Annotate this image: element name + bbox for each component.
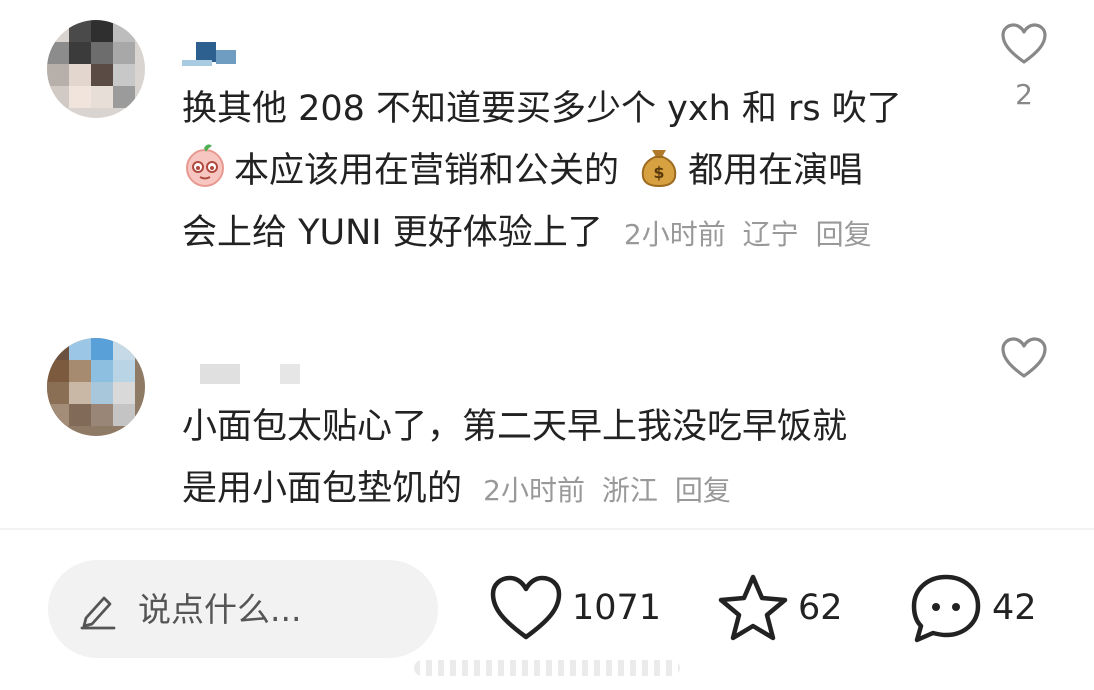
username-redacted[interactable] bbox=[182, 358, 382, 392]
comment-line-segment: 本应该用在营销和公关的 bbox=[234, 151, 620, 191]
comment-line: 小面包太贴心了，第二天早上我没吃早饭就 bbox=[182, 407, 848, 447]
reply-button[interactable]: 回复 bbox=[675, 474, 731, 507]
pencil-icon bbox=[80, 596, 116, 630]
comment-body: 换其他 208 不知道要买多少个 yxh 和 rs 吹了 本应该用在营销和公关的… bbox=[182, 78, 942, 264]
comment-line-segment: 会上给 YUNI 更好体验上了 bbox=[182, 213, 603, 253]
comment-body: 小面包太贴心了，第二天早上我没吃早饭就 是用小面包垫饥的 2小时前 浙江 回复 bbox=[182, 396, 942, 520]
comment-button[interactable]: 42 bbox=[908, 568, 1037, 648]
comment-input[interactable]: 说点什么... bbox=[48, 560, 438, 658]
comment-like[interactable]: 2 bbox=[994, 22, 1054, 111]
reply-button[interactable]: 回复 bbox=[816, 218, 872, 251]
chat-bubble-icon bbox=[911, 574, 981, 643]
comment-item: 小面包太贴心了，第二天早上我没吃早饭就 是用小面包垫饥的 2小时前 浙江 回复 bbox=[0, 320, 1094, 525]
comment-line-with-emojis: 本应该用在营销和公关的 $ 都用在演唱 bbox=[182, 140, 942, 202]
comment-location: 浙江 bbox=[601, 474, 658, 507]
comment-line: 是用小面包垫饥的 2小时前 浙江 回复 bbox=[182, 458, 942, 520]
comment-input-placeholder: 说点什么... bbox=[138, 590, 302, 629]
svg-text:$: $ bbox=[654, 163, 665, 182]
username-redacted[interactable] bbox=[182, 36, 382, 70]
heart-outline-icon[interactable] bbox=[1000, 336, 1048, 380]
comment-time: 2小时前 bbox=[623, 218, 726, 251]
home-indicator bbox=[414, 660, 680, 676]
money-bag-emoji: $ bbox=[641, 150, 677, 188]
like-count: 1071 bbox=[572, 588, 662, 628]
favorite-button[interactable]: 62 bbox=[716, 568, 843, 648]
comment-like-count: 2 bbox=[1015, 78, 1033, 111]
comment-location: 辽宁 bbox=[742, 218, 799, 251]
comment-item: 换其他 208 不知道要买多少个 yxh 和 rs 吹了 本应该用在营销和公关的… bbox=[0, 0, 1094, 300]
comment-page: 换其他 208 不知道要买多少个 yxh 和 rs 吹了 本应该用在营销和公关的… bbox=[0, 0, 1094, 690]
favorite-count: 62 bbox=[798, 588, 843, 628]
comment-line: 换其他 208 不知道要买多少个 yxh 和 rs 吹了 bbox=[182, 89, 902, 129]
heart-outline-icon[interactable] bbox=[1000, 22, 1048, 66]
comment-count: 42 bbox=[992, 588, 1037, 628]
comment-meta: 2小时前 浙江 回复 bbox=[483, 474, 739, 507]
star-icon bbox=[718, 574, 788, 641]
avatar[interactable] bbox=[47, 338, 145, 436]
avatar[interactable] bbox=[47, 20, 145, 118]
comment-like[interactable] bbox=[994, 336, 1054, 392]
shy-face-emoji bbox=[186, 144, 224, 187]
comment-meta: 2小时前 辽宁 回复 bbox=[624, 218, 880, 251]
comment-time: 2小时前 bbox=[483, 474, 585, 507]
heart-icon bbox=[490, 575, 562, 640]
like-button[interactable]: 1071 bbox=[488, 568, 661, 648]
comment-line: 会上给 YUNI 更好体验上了 2小时前 辽宁 回复 bbox=[182, 202, 942, 264]
comment-line-segment: 是用小面包垫饥的 bbox=[182, 469, 463, 509]
comment-line-segment: 都用在演唱 bbox=[688, 151, 864, 191]
